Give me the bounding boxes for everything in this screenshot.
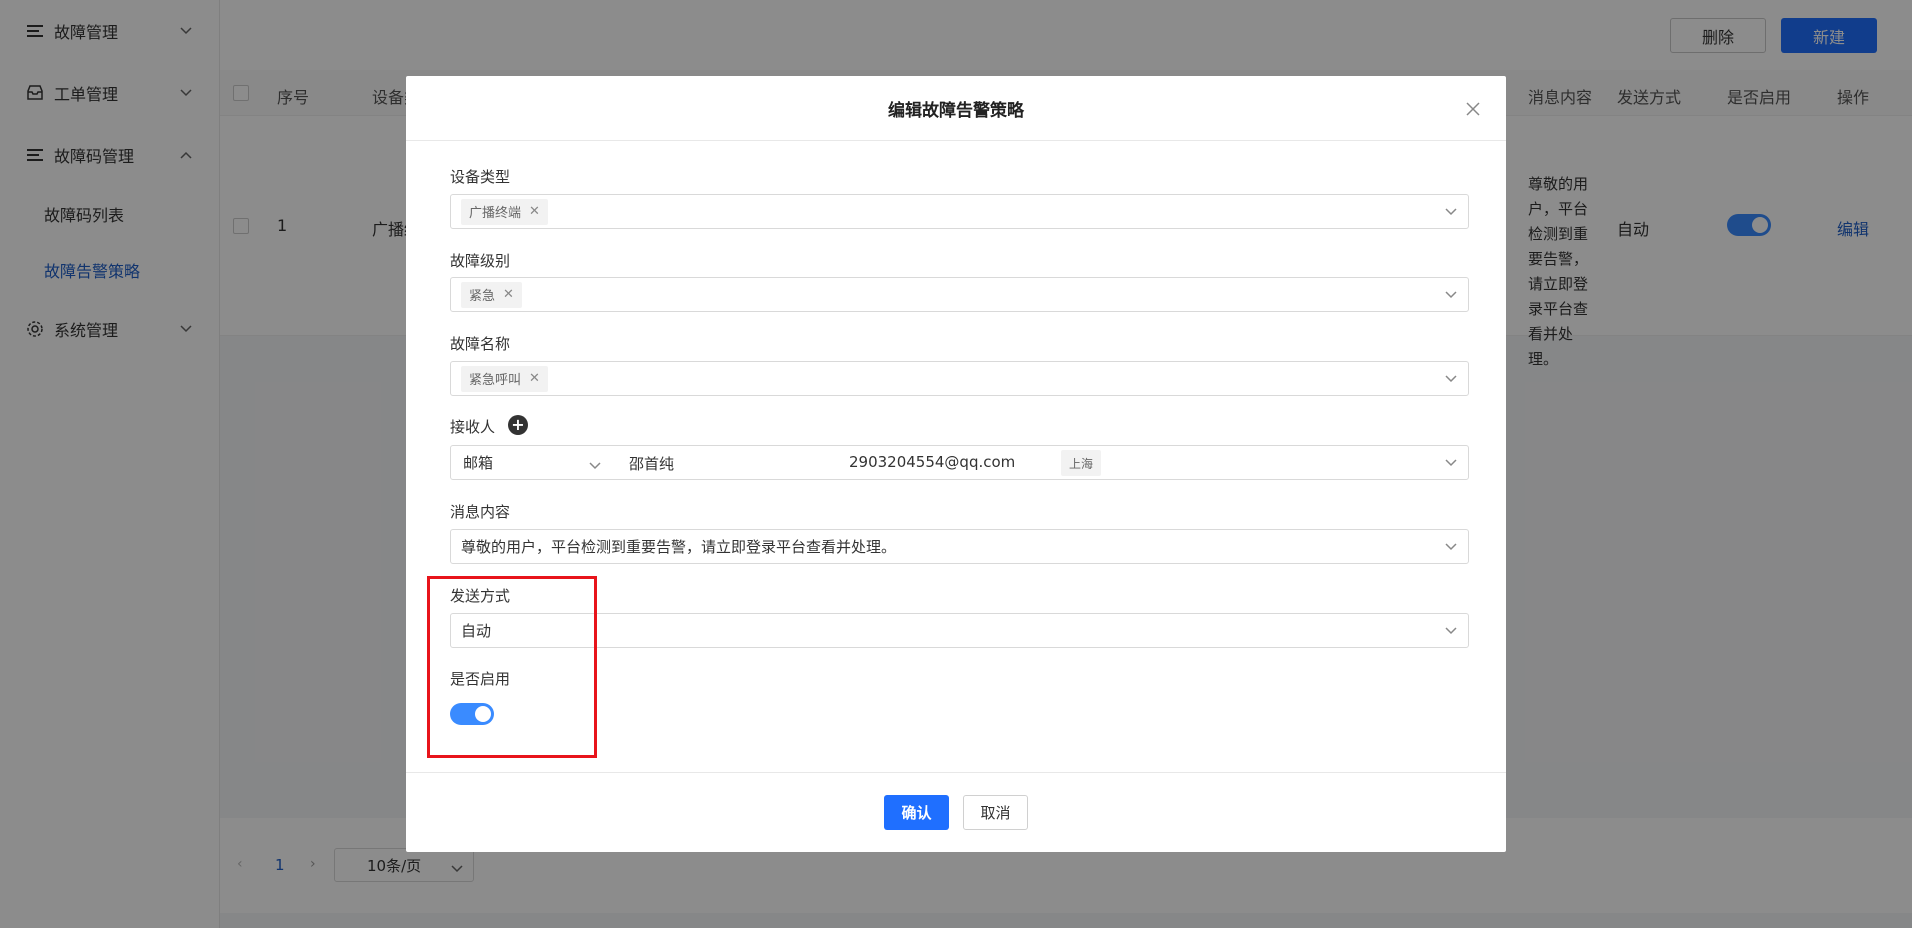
message-value: 尊敬的用户，平台检测到重要告警，请立即登录平台查看并处理。 xyxy=(461,538,897,556)
send-mode-select[interactable]: 自动 xyxy=(450,613,1469,648)
fault-name-label: 故障名称 xyxy=(450,335,511,353)
dialog-title: 编辑故障告警策略 xyxy=(888,100,1024,121)
cancel-button[interactable]: 取消 xyxy=(963,795,1028,830)
receiver-email: 2903204554@qq.com xyxy=(849,453,1016,471)
fault-level-tag: 紧急 ✕ xyxy=(461,281,522,308)
add-receiver-icon[interactable]: + xyxy=(508,415,528,435)
chevron-down-icon xyxy=(1444,456,1458,470)
tag-text: 广播终端 xyxy=(469,206,522,221)
fault-level-label: 故障级别 xyxy=(450,252,511,270)
remove-tag-icon[interactable]: ✕ xyxy=(529,371,540,386)
fault-name-select[interactable]: 紧急呼叫 ✕ xyxy=(450,361,1469,396)
tag-text: 紧急 xyxy=(469,289,496,304)
receiver-row: 邮箱 邵首纯 2903204554@qq.com 上海 xyxy=(450,445,1469,480)
remove-tag-icon[interactable]: ✕ xyxy=(503,287,514,302)
chevron-down-icon xyxy=(1444,205,1458,219)
device-type-select[interactable]: 广播终端 ✕ xyxy=(450,194,1469,229)
chevron-down-icon xyxy=(1444,540,1458,554)
receiver-label: 接收人 xyxy=(450,418,496,436)
chevron-down-icon xyxy=(589,456,601,474)
highlight-box xyxy=(427,576,597,758)
message-select[interactable]: 尊敬的用户，平台检测到重要告警，请立即登录平台查看并处理。 xyxy=(450,529,1469,564)
receiver-channel-select[interactable]: 邮箱 xyxy=(451,446,611,479)
chevron-down-icon xyxy=(1444,624,1458,638)
dialog-header: 编辑故障告警策略 xyxy=(406,76,1506,141)
receiver-name: 邵首纯 xyxy=(629,455,675,473)
receiver-region-tag: 上海 xyxy=(1061,450,1102,476)
tag-text: 紧急呼叫 xyxy=(469,373,522,388)
receiver-channel-value: 邮箱 xyxy=(463,454,494,472)
close-icon[interactable] xyxy=(1462,98,1484,120)
dialog-footer: 确认 取消 xyxy=(406,772,1506,852)
fault-level-select[interactable]: 紧急 ✕ xyxy=(450,277,1469,312)
chevron-down-icon xyxy=(1444,372,1458,386)
remove-tag-icon[interactable]: ✕ xyxy=(529,204,540,219)
device-type-tag: 广播终端 ✕ xyxy=(461,198,548,225)
confirm-button[interactable]: 确认 xyxy=(884,795,949,830)
message-label: 消息内容 xyxy=(450,503,511,521)
fault-name-tag: 紧急呼叫 ✕ xyxy=(461,365,548,392)
chevron-down-icon xyxy=(1444,288,1458,302)
device-type-label: 设备类型 xyxy=(450,168,511,186)
